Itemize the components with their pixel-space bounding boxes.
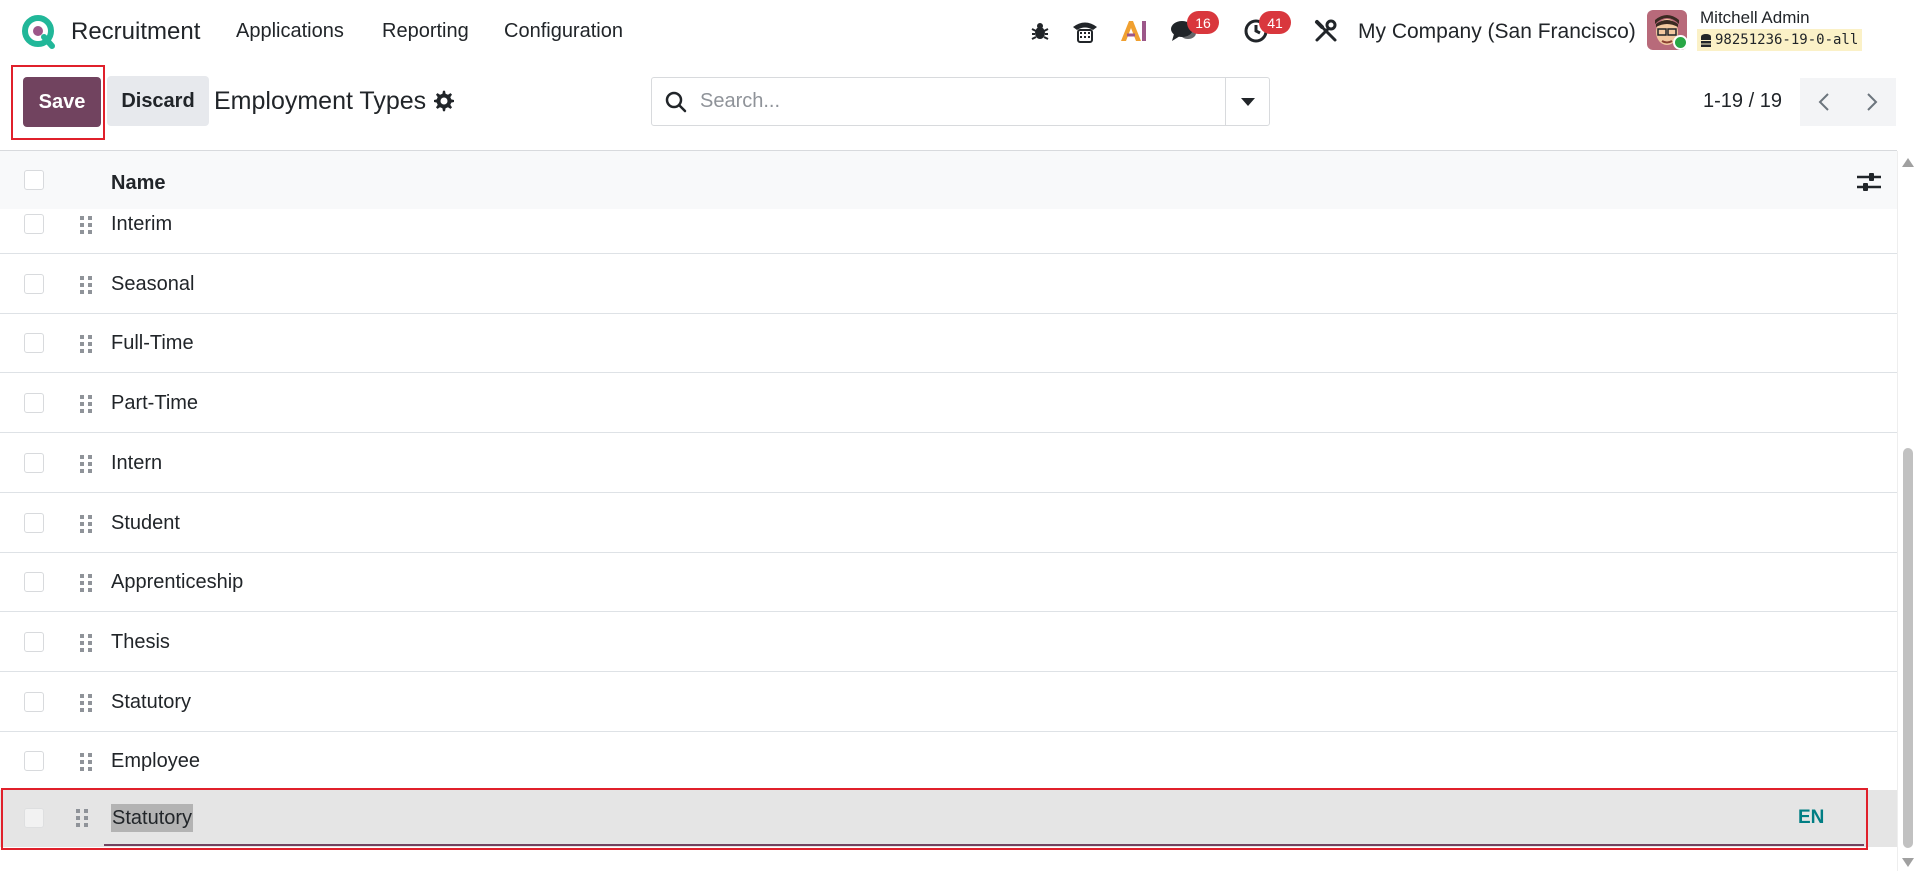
drag-handle-icon[interactable] <box>77 512 95 536</box>
app-logo-icon[interactable] <box>22 15 56 49</box>
drag-handle-icon[interactable] <box>77 273 95 297</box>
row-name-cell[interactable]: Statutory <box>111 691 191 714</box>
save-button[interactable]: Save <box>23 77 101 127</box>
row-checkbox[interactable] <box>24 513 44 533</box>
activities-count-badge: 41 <box>1259 11 1291 34</box>
online-status-dot <box>1673 35 1688 50</box>
menu-reporting[interactable]: Reporting <box>382 20 469 43</box>
search-input[interactable] <box>700 78 1210 125</box>
table-row[interactable]: Thesis <box>0 613 1897 672</box>
database-name: 98251236-19-0-all <box>1715 32 1859 48</box>
user-name[interactable]: Mitchell Admin <box>1700 8 1810 28</box>
row-name-cell[interactable]: Student <box>111 512 180 535</box>
company-switcher[interactable]: My Company (San Francisco) <box>1358 20 1636 44</box>
phone-icon[interactable] <box>1068 14 1102 48</box>
pager-next-button[interactable] <box>1848 78 1896 126</box>
name-input[interactable]: Statutory <box>111 804 194 832</box>
messages-count-badge: 16 <box>1187 11 1219 34</box>
chevron-left-icon <box>1818 93 1829 111</box>
row-name-cell[interactable]: Part-Time <box>111 392 198 415</box>
row-checkbox[interactable] <box>24 453 44 473</box>
table-row[interactable]: Part-Time <box>0 374 1897 433</box>
page-title: Employment Types <box>214 87 427 115</box>
menu-applications[interactable]: Applications <box>236 20 344 43</box>
drag-handle-icon[interactable] <box>73 806 91 830</box>
caret-down-icon <box>1240 97 1255 106</box>
gear-icon[interactable] <box>432 89 456 113</box>
row-name-cell[interactable]: Seasonal <box>111 273 194 296</box>
row-checkbox[interactable] <box>24 333 44 353</box>
chevron-right-icon <box>1867 93 1878 111</box>
input-underline <box>104 844 1864 846</box>
drag-handle-icon[interactable] <box>77 452 95 476</box>
row-name-cell[interactable]: Intern <box>111 452 162 475</box>
select-all-checkbox[interactable] <box>24 170 44 190</box>
scroll-up-arrow[interactable] <box>1902 158 1914 167</box>
drag-handle-icon[interactable] <box>77 332 95 356</box>
row-name-cell[interactable]: Interim <box>111 213 172 236</box>
row-name-cell[interactable]: Thesis <box>111 631 170 654</box>
list-header: Name <box>0 151 1897 209</box>
ai-icon[interactable] <box>1116 14 1150 48</box>
discard-button[interactable]: Discard <box>107 76 209 126</box>
drag-handle-icon[interactable] <box>77 392 95 416</box>
row-checkbox[interactable] <box>24 393 44 413</box>
row-checkbox[interactable] <box>24 751 44 771</box>
row-checkbox[interactable] <box>24 632 44 652</box>
optional-columns-icon[interactable] <box>1855 168 1883 196</box>
tools-icon[interactable] <box>1309 14 1343 48</box>
table-row[interactable]: Seasonal <box>0 255 1897 314</box>
table-row[interactable]: Apprenticeship <box>0 553 1897 612</box>
search-box <box>651 77 1270 126</box>
drag-handle-icon[interactable] <box>77 691 95 715</box>
scrollbar-thumb[interactable] <box>1903 448 1913 848</box>
row-name-cell[interactable]: Full-Time <box>111 332 194 355</box>
translate-language-button[interactable]: EN <box>1798 807 1824 829</box>
drag-handle-icon[interactable] <box>77 631 95 655</box>
pager-value[interactable]: 1-19 / 19 <box>1703 90 1782 113</box>
row-checkbox[interactable] <box>24 692 44 712</box>
search-options-toggle[interactable] <box>1225 78 1269 125</box>
table-row[interactable]: Intern <box>0 434 1897 493</box>
row-checkbox[interactable] <box>24 214 44 234</box>
database-icon <box>1701 33 1711 47</box>
bug-icon[interactable] <box>1023 14 1057 48</box>
app-name[interactable]: Recruitment <box>71 18 200 46</box>
drag-handle-icon[interactable] <box>77 571 95 595</box>
row-name-cell[interactable]: Apprenticeship <box>111 571 243 594</box>
drag-handle-icon[interactable] <box>77 750 95 774</box>
top-navbar: Recruitment Applications Reporting Confi… <box>0 0 1918 62</box>
row-name-cell[interactable]: Employee <box>111 750 200 773</box>
pager-previous-button[interactable] <box>1800 78 1848 126</box>
menu-configuration[interactable]: Configuration <box>504 20 623 43</box>
table-row[interactable]: Student <box>0 494 1897 553</box>
database-badge: 98251236-19-0-all <box>1697 29 1863 51</box>
table-row[interactable]: Full-Time <box>0 314 1897 373</box>
row-checkbox[interactable] <box>24 808 44 828</box>
column-header-name[interactable]: Name <box>111 172 165 195</box>
editing-row[interactable]: Statutory EN <box>0 790 1897 847</box>
table-row[interactable]: Statutory <box>0 673 1897 732</box>
search-icon[interactable] <box>652 78 700 125</box>
drag-handle-icon[interactable] <box>77 213 95 237</box>
row-checkbox[interactable] <box>24 274 44 294</box>
scroll-down-arrow[interactable] <box>1902 858 1914 867</box>
row-checkbox[interactable] <box>24 572 44 592</box>
table-row[interactable]: Employee <box>0 732 1897 791</box>
